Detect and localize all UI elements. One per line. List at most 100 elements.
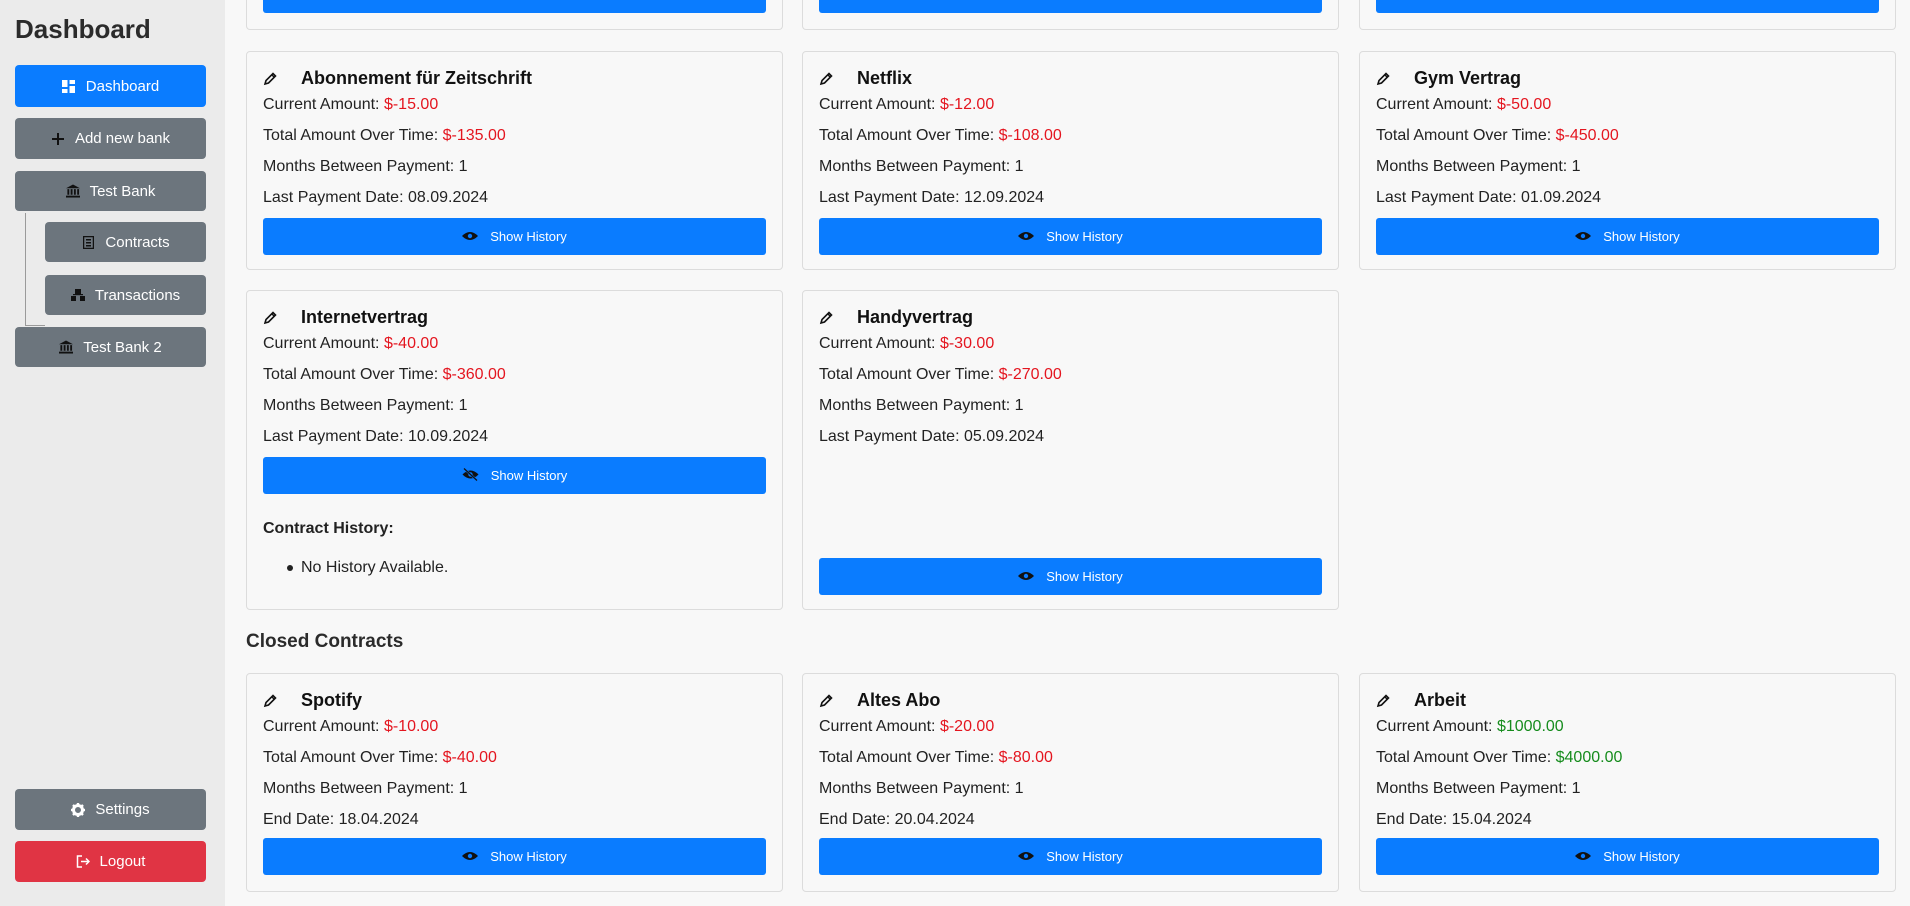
show-history-button[interactable]	[1376, 0, 1879, 13]
contract-name: Altes Abo	[857, 690, 941, 710]
eye-icon	[1018, 569, 1035, 584]
total-amount: Total Amount Over Time: $-270.00	[819, 366, 1062, 383]
contract-name: Handyvertrag	[857, 307, 974, 327]
show-history-button[interactable]: Show History	[819, 558, 1322, 595]
eye-icon	[1018, 229, 1035, 244]
last-payment-date: Last Payment Date: 08.09.2024	[263, 189, 489, 206]
eye-icon	[462, 229, 479, 244]
eye-icon	[1018, 849, 1035, 864]
contract-title: Altes Abo	[819, 690, 940, 711]
sidebar-item-label: Test Bank 2	[83, 338, 162, 356]
logout-button[interactable]: Logout	[15, 841, 206, 882]
months-between: Months Between Payment: 1	[263, 158, 468, 175]
months-between: Months Between Payment: 1	[1376, 780, 1581, 797]
dashboard-icon	[62, 79, 76, 93]
eye-icon	[1575, 229, 1592, 244]
current-amount: Current Amount: $-30.00	[819, 335, 995, 352]
hide-history-button[interactable]: Show History	[263, 457, 766, 494]
current-amount: Current Amount: $-50.00	[1376, 96, 1552, 113]
sidebar-item-test-bank[interactable]: Test Bank	[15, 171, 206, 211]
sidebar-item-contracts[interactable]: Contracts	[45, 222, 206, 262]
eye-slash-icon	[462, 467, 479, 484]
contract-title: Gym Vertrag	[1376, 68, 1521, 89]
current-amount: Current Amount: $-10.00	[263, 718, 439, 735]
current-amount: Current Amount: $-15.00	[263, 96, 439, 113]
total-amount: Total Amount Over Time: $-40.00	[263, 749, 497, 766]
last-payment-date: Last Payment Date: 05.09.2024	[819, 428, 1045, 445]
end-date: End Date: 15.04.2024	[1376, 811, 1532, 828]
bank-icon	[65, 184, 80, 198]
eye-icon	[1575, 849, 1592, 864]
closed-contract-card: Altes Abo Current Amount: $-20.00 Total …	[802, 673, 1339, 892]
closed-contract-card: Arbeit Current Amount: $1000.00 Total Am…	[1359, 673, 1896, 892]
plus-icon	[51, 132, 65, 146]
contract-card: Gym Vertrag Current Amount: $-50.00 Tota…	[1359, 51, 1896, 270]
sidebar-item-transactions[interactable]: Transactions	[45, 275, 206, 315]
current-amount: Current Amount: $1000.00	[1376, 718, 1564, 735]
show-history-button[interactable]: Show History	[1376, 218, 1879, 255]
sidebar-title: Dashboard	[15, 14, 151, 44]
contract-name: Abonnement für Zeitschrift	[301, 68, 533, 88]
months-between: Months Between Payment: 1	[819, 397, 1024, 414]
current-amount: Current Amount: $-20.00	[819, 718, 995, 735]
pencil-icon[interactable]	[1376, 693, 1398, 708]
show-history-button[interactable]: Show History	[263, 218, 766, 255]
contract-title: Spotify	[263, 690, 362, 711]
closed-contract-card: Spotify Current Amount: $-10.00 Total Am…	[246, 673, 783, 892]
pencil-icon[interactable]	[263, 71, 285, 86]
closed-contracts-heading: Closed Contracts	[246, 631, 404, 652]
contract-icon	[81, 235, 95, 249]
contract-history-heading: Contract History:	[263, 520, 394, 537]
sidebar-item-add-new-bank[interactable]: Add new bank	[15, 118, 206, 159]
total-amount: Total Amount Over Time: $-108.00	[819, 127, 1062, 144]
show-history-button[interactable]: Show History	[819, 838, 1322, 875]
sidebar-item-dashboard[interactable]: Dashboard	[15, 65, 206, 107]
end-date: End Date: 20.04.2024	[819, 811, 975, 828]
sidebar-item-label: Test Bank	[89, 182, 156, 200]
tree-connector	[25, 325, 45, 326]
tree-connector	[25, 213, 26, 326]
show-history-button[interactable]: Show History	[263, 838, 766, 875]
contract-name: Gym Vertrag	[1414, 68, 1522, 88]
contract-name: Internetvertrag	[301, 307, 429, 327]
end-date: End Date: 18.04.2024	[263, 811, 419, 828]
show-history-button[interactable]	[263, 0, 766, 13]
pencil-icon[interactable]	[263, 693, 285, 708]
contract-name: Netflix	[857, 68, 913, 88]
pencil-icon[interactable]	[263, 310, 285, 325]
pencil-icon[interactable]	[819, 693, 841, 708]
total-amount: Total Amount Over Time: $-450.00	[1376, 127, 1619, 144]
card-partial	[1359, 0, 1896, 30]
pencil-icon[interactable]	[1376, 71, 1398, 86]
card-partial	[246, 0, 783, 30]
current-amount: Current Amount: $-40.00	[263, 335, 439, 352]
current-amount: Current Amount: $-12.00	[819, 96, 995, 113]
contract-title: Arbeit	[1376, 690, 1466, 711]
show-history-button[interactable]	[819, 0, 1322, 13]
sidebar-item-test-bank-2[interactable]: Test Bank 2	[15, 327, 206, 367]
logout-icon	[76, 855, 90, 869]
total-amount: Total Amount Over Time: $-360.00	[263, 366, 506, 383]
contract-card: Abonnement für Zeitschrift Current Amoun…	[246, 51, 783, 270]
pencil-icon[interactable]	[819, 310, 841, 325]
logout-label: Logout	[99, 853, 146, 870]
total-amount: Total Amount Over Time: $4000.00	[1376, 749, 1623, 766]
transactions-icon	[70, 288, 85, 302]
contract-title: Handyvertrag	[819, 307, 973, 328]
contract-card: Handyvertrag Current Amount: $-30.00 Tot…	[802, 290, 1339, 610]
main-content: Abonnement für Zeitschrift Current Amoun…	[225, 0, 1910, 906]
bank-icon	[59, 340, 74, 354]
history-list-item: No History Available.	[287, 559, 448, 577]
card-partial	[802, 0, 1339, 30]
sidebar-item-label: Dashboard	[85, 77, 160, 95]
last-payment-date: Last Payment Date: 12.09.2024	[819, 189, 1045, 206]
show-history-button[interactable]: Show History	[1376, 838, 1879, 875]
contract-title: Netflix	[819, 68, 912, 89]
settings-button[interactable]: Settings	[15, 789, 206, 830]
pencil-icon[interactable]	[819, 71, 841, 86]
sidebar-item-label: Contracts	[105, 233, 170, 251]
months-between: Months Between Payment: 1	[819, 780, 1024, 797]
show-history-button[interactable]: Show History	[819, 218, 1322, 255]
contract-card: Netflix Current Amount: $-12.00 Total Am…	[802, 51, 1339, 270]
months-between: Months Between Payment: 1	[1376, 158, 1581, 175]
